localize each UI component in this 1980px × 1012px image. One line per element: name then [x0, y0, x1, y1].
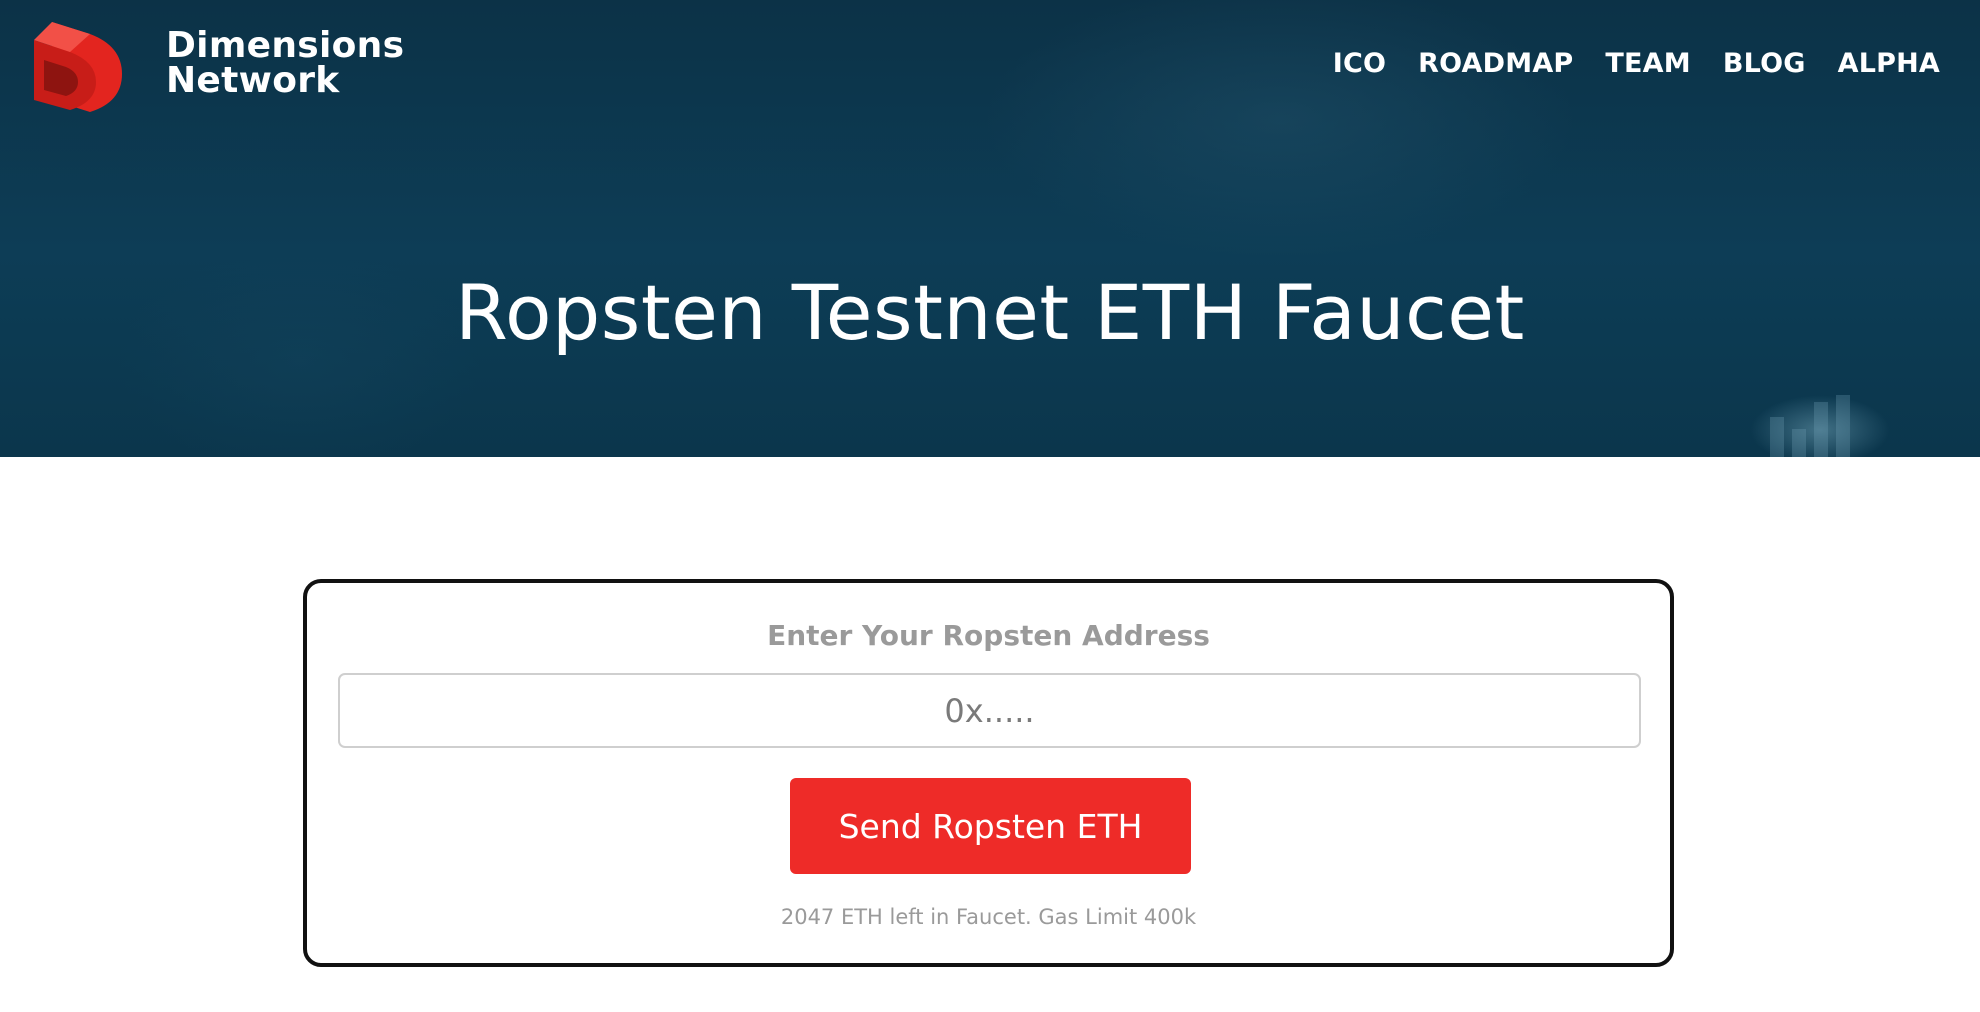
page-title: Ropsten Testnet ETH Faucet	[455, 268, 1525, 357]
send-ropsten-eth-button[interactable]: Send Ropsten ETH	[790, 778, 1191, 874]
brand-line-2: Network	[166, 60, 340, 101]
nav-roadmap[interactable]: ROADMAP	[1418, 48, 1573, 79]
background-bars	[1760, 387, 1880, 457]
nav-blog[interactable]: BLOG	[1723, 48, 1806, 79]
nav-alpha[interactable]: ALPHA	[1838, 48, 1940, 79]
faucet-card: Enter Your Ropsten Address Send Ropsten …	[303, 579, 1674, 967]
dimensions-logo-icon[interactable]	[30, 16, 124, 120]
brand-line-1: Dimensions	[166, 25, 405, 66]
hero-banner: Dimensions Network ICO ROADMAP TEAM BLOG…	[0, 0, 1980, 457]
nav-ico[interactable]: ICO	[1333, 48, 1386, 79]
brand-name[interactable]: Dimensions Network	[166, 25, 405, 101]
faucet-status-text: 2047 ETH left in Faucet. Gas Limit 400k	[780, 905, 1197, 929]
ropsten-address-input[interactable]	[338, 673, 1641, 748]
main-nav: ICO ROADMAP TEAM BLOG ALPHA	[1301, 48, 1940, 79]
nav-team[interactable]: TEAM	[1605, 48, 1690, 79]
address-label: Enter Your Ropsten Address	[767, 619, 1210, 652]
